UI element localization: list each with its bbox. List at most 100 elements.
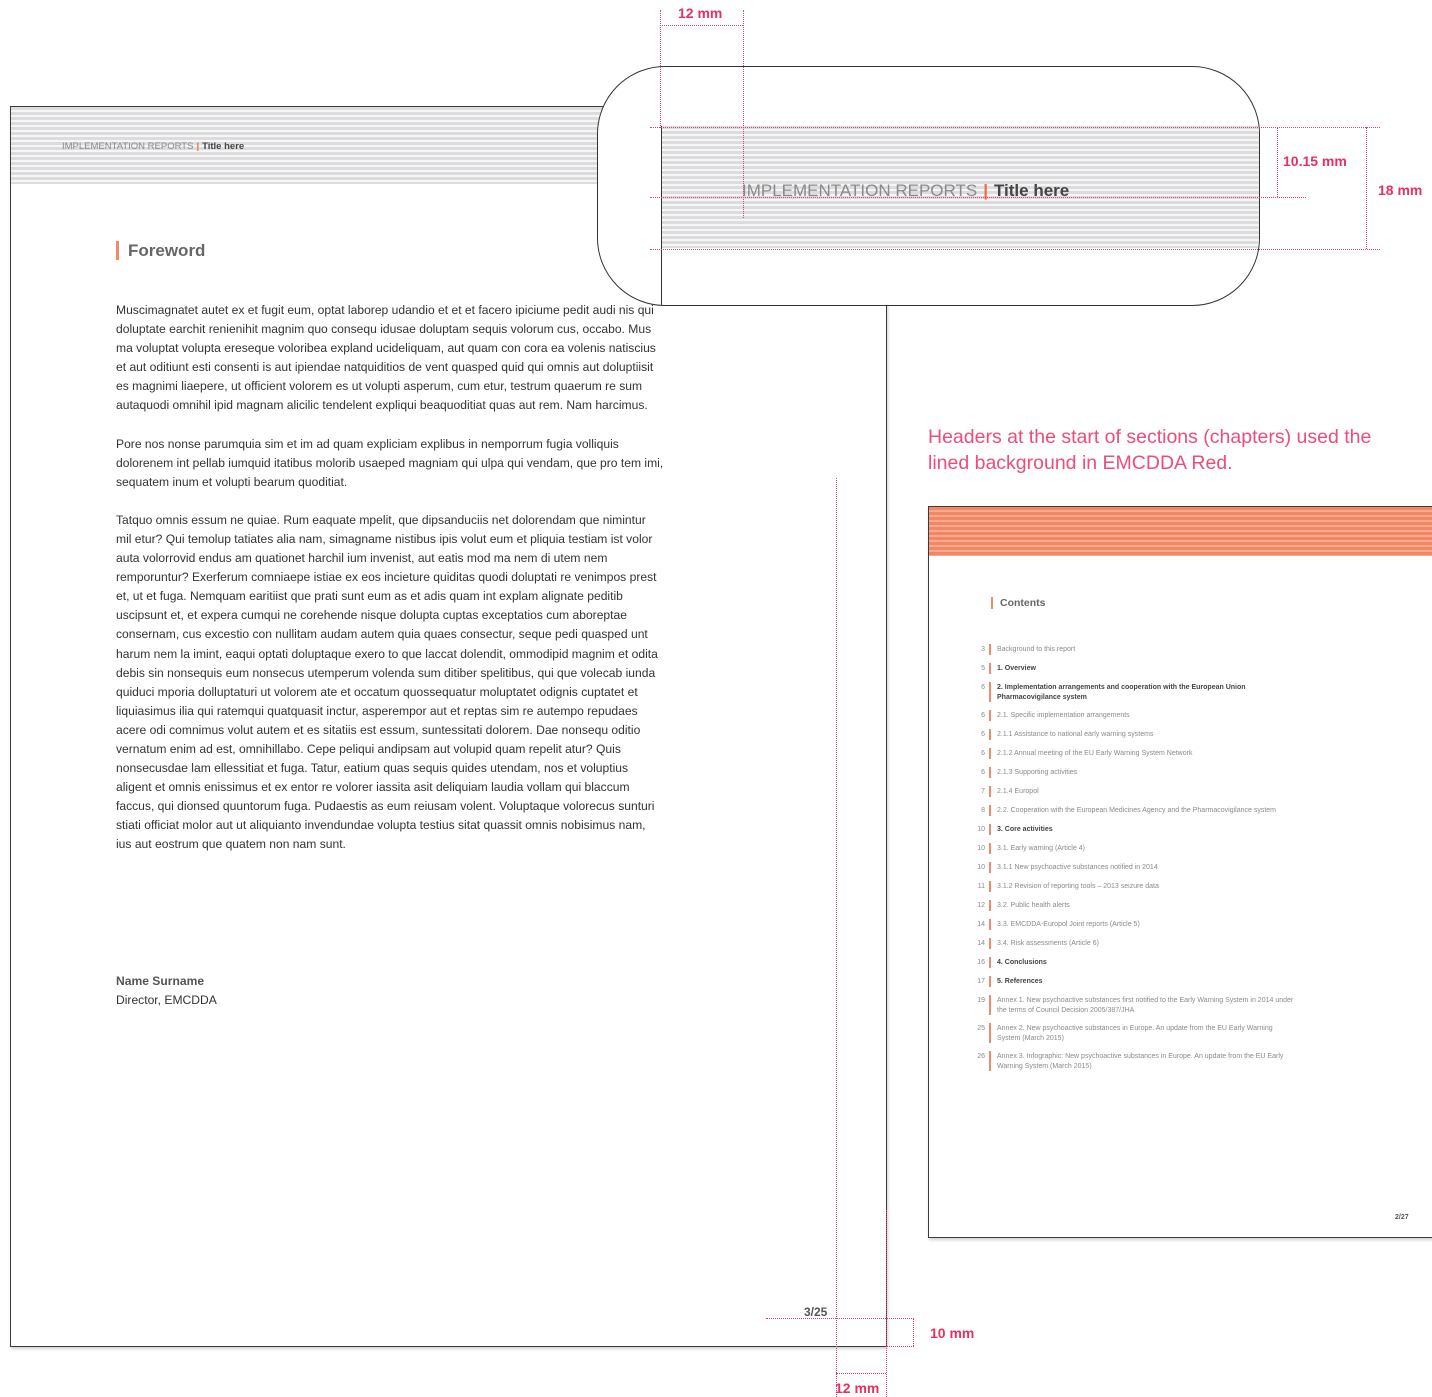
toc-page-number: 10 [977,826,985,833]
page-edge-guide [886,1210,887,1397]
signature-role: Director, EMCDDA [116,993,217,1007]
caption: Headers at the start of sections (chapte… [928,426,1372,474]
toc-label: 3.2. Public health alerts [989,900,1294,911]
toc-label: 2. Implementation arrangements and coope… [989,682,1294,702]
toc-label: Annex 1. New psychoactive substances fir… [989,995,1294,1015]
toc-page-number: 10 [977,864,985,871]
toc-label: 2.1. Specific implementation arrangement… [989,710,1294,721]
toc-entry[interactable]: 6 2.1.2 Annual meeting of the EU Early Wa… [974,748,1294,759]
header-top-guide [650,127,1380,128]
toc-entry[interactable]: 25 Annex 2. New psychoactive substances i… [974,1023,1294,1043]
toc-label: 2.1.3 Supporting activities [989,767,1294,778]
toc-label: 3.1.1 New psychoactive substances notifi… [989,862,1294,873]
section-title: Foreword [116,241,205,260]
header-bottom-guide [650,249,1380,250]
toc-label: Annex 2. New psychoactive substances in … [989,1023,1294,1043]
body-paragraph: Tatquo omnis essum ne quiae. Rum eaquate… [116,512,658,852]
toc-label: 4. Conclusions [989,957,1294,968]
toc-entry[interactable]: 14 3.3. EMCDDA-Europol Joint reports (Art… [974,919,1294,930]
chapter-header-lined-red [929,507,1432,556]
bottom-margin-top-guide [766,1318,914,1319]
toc-page-number: 6 [981,731,985,738]
toc-label: 3.3. EMCDDA-Europol Joint reports (Artic… [989,919,1294,930]
toc-page-number: 19 [977,997,985,1004]
toc-label: 2.1.1 Assistance to national early warni… [989,729,1294,740]
toc-label: 3. Core activities [989,824,1294,835]
toc-entry[interactable]: 10 3. Core activities [974,824,1294,835]
body-text: Muscimagnatet autet ex et fugit eum, opt… [116,301,664,874]
header-series: IMPLEMENTATION REPORTS [62,141,194,152]
toc-entry[interactable]: 14 3.4. Risk assessments (Article 6) [974,938,1294,949]
top-margin-measure [660,25,743,26]
magnified-running-header: IMPLEMENTATION REPORTS | Title here [742,181,1069,201]
toc-page-number: 6 [981,769,985,776]
toc-entry[interactable]: 16 4. Conclusions [974,957,1294,968]
toc-entry[interactable]: 7 2.1.4 Europol [974,786,1294,797]
toc-page-number: 3 [981,646,985,653]
toc-label: 3.1. Early warning (Article 4) [989,843,1294,854]
right-margin-label: 12 mm [835,1380,880,1396]
toc-page-number: 11 [977,883,985,890]
toc-entry[interactable]: 5 1. Overview [974,663,1294,674]
toc-entry[interactable]: 6 2.1.1 Assistance to national early warn… [974,729,1294,740]
toc-page-number: 17 [977,978,985,985]
toc-page-number: 14 [977,940,985,947]
toc-page-number: 26 [977,1053,985,1060]
toc-page-number: 6 [981,712,985,719]
top-margin-label: 12 mm [678,5,723,21]
toc-label: Annex 3. Infographic: New psychoactive s… [989,1051,1294,1071]
toc-page-number: 14 [977,921,985,928]
toc-page-number: 5 [981,665,985,672]
body-paragraph: Muscimagnatet autet ex et fugit eum, opt… [116,303,656,413]
toc-label: 3.1.2 Revision of reporting tools – 2013… [989,881,1294,892]
toc-entry[interactable]: 10 3.1. Early warning (Article 4) [974,843,1294,854]
body-paragraph: Pore nos nonse parumquia sim et im ad qu… [116,436,664,489]
contents-page: Contents 3 Background to this report 5 1. O… [928,506,1432,1238]
toc-entry[interactable]: 26 Annex 3. Infographic: New psychoactive… [974,1051,1294,1071]
toc-entry[interactable]: 12 3.2. Public health alerts [974,900,1294,911]
right-margin-measure [836,1373,886,1374]
toc-page-number: 6 [981,750,985,757]
toc-entry[interactable]: 6 2.1. Specific implementation arrangemen… [974,710,1294,721]
text-height-label: 10.15 mm [1283,153,1347,169]
toc-entry[interactable]: 11 3.1.2 Revision of reporting tools – 20… [974,881,1294,892]
right-margin-guide [836,478,837,1397]
toc-page-number: 8 [981,807,985,814]
toc-page-number: 6 [981,684,985,691]
header-magnifier: IMPLEMENTATION REPORTS | Title here [597,66,1260,306]
header-title: Title here [202,141,245,152]
toc-entry[interactable]: 17 5. References [974,976,1294,987]
toc-label: Background to this report [989,644,1294,655]
bottom-margin-measure [913,1318,914,1346]
toc-label: 2.1.2 Annual meeting of the EU Early War… [989,748,1294,759]
top-margin-guide-right [743,10,744,218]
toc-entry[interactable]: 6 2. Implementation arrangements and coop… [974,682,1294,702]
toc-label: 3.4. Risk assessments (Article 6) [989,938,1294,949]
toc-page-number: 10 [977,845,985,852]
toc-page-number: 25 [977,1025,985,1032]
toc-entry[interactable]: 3 Background to this report [974,644,1294,655]
bottom-margin-label: 10 mm [930,1325,975,1341]
signature-block: Name Surname Director, EMCDDA [116,972,217,1010]
toc-entry[interactable]: 8 2.2. Cooperation with the European Medi… [974,805,1294,816]
toc-label: 5. References [989,976,1294,987]
toc-entry[interactable]: 19 Annex 1. New psychoactive substances f… [974,995,1294,1015]
header-separator: | [196,141,200,152]
header-height-label: 18 mm [1378,182,1423,198]
toc-label: 2.2. Cooperation with the European Medic… [989,805,1294,816]
magnified-header-lined: IMPLEMENTATION REPORTS | Title here [662,126,1259,248]
toc-entry[interactable]: 6 2.1.3 Supporting activities [974,767,1294,778]
table-of-contents: 3 Background to this report 5 1. Overview 6 2… [974,644,1294,1079]
contents-title: Contents [991,597,1046,609]
page-number: 3/25 [804,1305,828,1319]
toc-label: 1. Overview [989,663,1294,674]
toc-page-number: 12 [977,902,985,909]
top-margin-guide-left [660,10,661,128]
bottom-margin-bottom-guide [886,1346,914,1347]
toc-page-number: 16 [977,959,985,966]
toc-label: 2.1.4 Europol [989,786,1294,797]
running-header: IMPLEMENTATION REPORTS | Title here [62,141,244,152]
header-height-measure [1366,127,1367,249]
text-baseline-guide [650,197,1306,198]
toc-entry[interactable]: 10 3.1.1 New psychoactive substances noti… [974,862,1294,873]
